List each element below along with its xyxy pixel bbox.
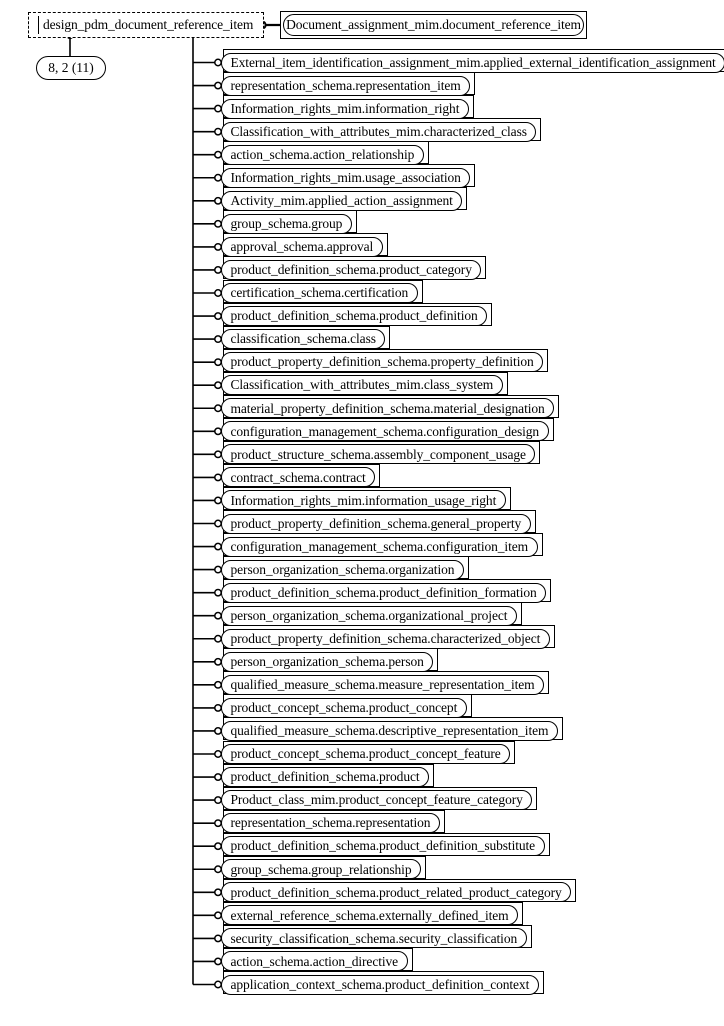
interface-left-bar [38, 16, 40, 34]
entity-label: External_item_identification_assignment_… [230, 54, 716, 70]
entity-label: representation_schema.representation_ite… [230, 77, 461, 93]
entity-box[interactable]: person_organization_schema.organization [221, 559, 464, 580]
entity-label: product_definition_schema.product [230, 769, 420, 785]
entity-label: person_organization_schema.person [230, 654, 424, 670]
entity-box[interactable]: action_schema.action_directive [221, 951, 408, 972]
entity-box[interactable]: product_property_definition_schema.chara… [221, 628, 550, 649]
entity-label: product_definition_schema.product_relate… [230, 884, 562, 900]
entity-box[interactable]: Information_rights_mim.usage_association [221, 167, 471, 188]
interface-box[interactable]: design_pdm_document_reference_item [28, 12, 264, 38]
entity-box[interactable]: product_property_definition_schema.prope… [221, 352, 544, 373]
entity-box[interactable]: material_property_definition_schema.mate… [221, 398, 555, 419]
entity-label: product_definition_schema.product_catego… [230, 262, 472, 278]
entity-box[interactable]: classification_schema.class [221, 329, 386, 350]
entity-box[interactable]: product_definition_schema.product_relate… [221, 882, 572, 903]
entity-label: product_definition_schema.product_defini… [230, 838, 536, 854]
entity-label: classification_schema.class [230, 331, 376, 347]
entity-label: action_schema.action_relationship [230, 146, 415, 162]
entity-label: Activity_mim.applied_action_assignment [230, 193, 453, 209]
entity-box[interactable]: Classification_with_attributes_mim.chara… [221, 121, 537, 142]
entity-label: group_schema.group [230, 216, 343, 232]
entity-box[interactable]: product_definition_schema.product_defini… [221, 836, 545, 857]
entity-box[interactable]: Information_rights_mim.information_right [221, 98, 469, 119]
entity-box[interactable]: product_definition_schema.product_defini… [221, 582, 547, 603]
entity-box[interactable]: approval_schema.approval [221, 236, 383, 257]
entity-label: product_property_definition_schema.gener… [230, 515, 522, 531]
entity-box[interactable]: product_definition_schema.product [221, 767, 430, 788]
entity-box[interactable]: Classification_with_attributes_mim.class… [221, 375, 503, 396]
entity-label: product_property_definition_schema.prope… [230, 354, 534, 370]
entity-box[interactable]: product_definition_schema.product_catego… [221, 259, 482, 280]
entity-box[interactable]: qualified_measure_schema.descriptive_rep… [221, 720, 558, 741]
entity-box[interactable]: configuration_management_schema.configur… [221, 536, 538, 557]
entity-box[interactable]: contract_schema.contract [221, 467, 376, 488]
entity-label: product_property_definition_schema.chara… [230, 631, 541, 646]
entity-label: Product_class_mim.product_concept_featur… [230, 792, 523, 808]
root-entity-label: Document_assignment_mim.document_referen… [286, 17, 581, 33]
entity-label: person_organization_schema.organization [230, 561, 455, 577]
entity-label: configuration_management_schema.configur… [230, 423, 540, 439]
entity-label: configuration_management_schema.configur… [230, 538, 529, 554]
page-reference-oval[interactable]: 8, 2 (11) [36, 56, 106, 80]
entity-label: person_organization_schema.organizationa… [230, 607, 508, 623]
entity-box[interactable]: group_schema.group [221, 213, 352, 234]
entity-label: security_classification_schema.security_… [230, 930, 518, 946]
entity-label: qualified_measure_schema.measure_represe… [230, 677, 535, 693]
entity-label: contract_schema.contract [230, 469, 366, 485]
entity-label: product_concept_schema.product_concept_f… [230, 746, 501, 762]
entity-box[interactable]: product_definition_schema.product_defini… [221, 306, 488, 327]
entity-label: Classification_with_attributes_mim.chara… [230, 123, 527, 139]
page-reference-label: 8, 2 (11) [48, 60, 94, 76]
entity-box[interactable]: action_schema.action_relationship [221, 144, 424, 165]
entity-label: Information_rights_mim.information_right [230, 100, 460, 116]
entity-box[interactable]: External_item_identification_assignment_… [221, 52, 724, 73]
entity-box[interactable]: representation_schema.representation [221, 813, 440, 834]
entity-label: product_definition_schema.product_defini… [230, 308, 478, 324]
entity-box[interactable]: external_reference_schema.externally_def… [221, 905, 519, 926]
entity-label: material_property_definition_schema.mate… [230, 400, 545, 416]
entity-label: representation_schema.representation [230, 815, 431, 831]
entity-box[interactable]: qualified_measure_schema.measure_represe… [221, 674, 545, 695]
entity-label: external_reference_schema.externally_def… [230, 907, 509, 923]
entity-label: Information_rights_mim.information_usage… [230, 492, 497, 508]
entity-box[interactable]: product_concept_schema.product_concept [221, 697, 467, 718]
entity-label: action_schema.action_directive [230, 953, 399, 969]
entity-label: group_schema.group_relationship [230, 861, 412, 877]
entity-label: application_context_schema.product_defin… [230, 976, 530, 992]
entity-box[interactable]: product_concept_schema.product_concept_f… [221, 744, 511, 764]
entity-box[interactable]: certification_schema.certification [221, 283, 418, 303]
entity-label: product_definition_schema.product_defini… [230, 584, 537, 600]
entity-box[interactable]: application_context_schema.product_defin… [221, 974, 539, 995]
entity-label: product_concept_schema.product_concept [230, 700, 458, 716]
entity-box[interactable]: product_property_definition_schema.gener… [221, 513, 531, 534]
entity-box[interactable]: Activity_mim.applied_action_assignment [221, 190, 463, 211]
entity-label: approval_schema.approval [230, 239, 374, 255]
entity-box[interactable]: person_organization_schema.person [221, 651, 434, 672]
entity-box[interactable]: configuration_management_schema.configur… [221, 421, 549, 442]
entity-box[interactable]: representation_schema.representation_ite… [221, 75, 471, 96]
root-entity-box[interactable]: Document_assignment_mim.document_referen… [283, 14, 584, 36]
entity-box[interactable]: group_schema.group_relationship [221, 859, 421, 880]
entity-box[interactable]: person_organization_schema.organizationa… [221, 605, 517, 626]
entity-label: certification_schema.certification [230, 285, 409, 301]
express-g-diagram: design_pdm_document_reference_item 8, 2 … [0, 0, 724, 1026]
entity-label: Classification_with_attributes_mim.class… [230, 377, 494, 393]
entity-box[interactable]: Information_rights_mim.information_usage… [221, 490, 506, 511]
entity-box[interactable]: product_structure_schema.assembly_compon… [221, 444, 536, 465]
interface-label: design_pdm_document_reference_item [43, 17, 254, 33]
entity-label: Information_rights_mim.usage_association [230, 170, 461, 185]
entity-box[interactable]: security_classification_schema.security_… [221, 928, 527, 949]
entity-label: qualified_measure_schema.descriptive_rep… [230, 723, 549, 739]
entity-box[interactable]: Product_class_mim.product_concept_featur… [221, 790, 533, 811]
entity-label: product_structure_schema.assembly_compon… [230, 446, 526, 462]
